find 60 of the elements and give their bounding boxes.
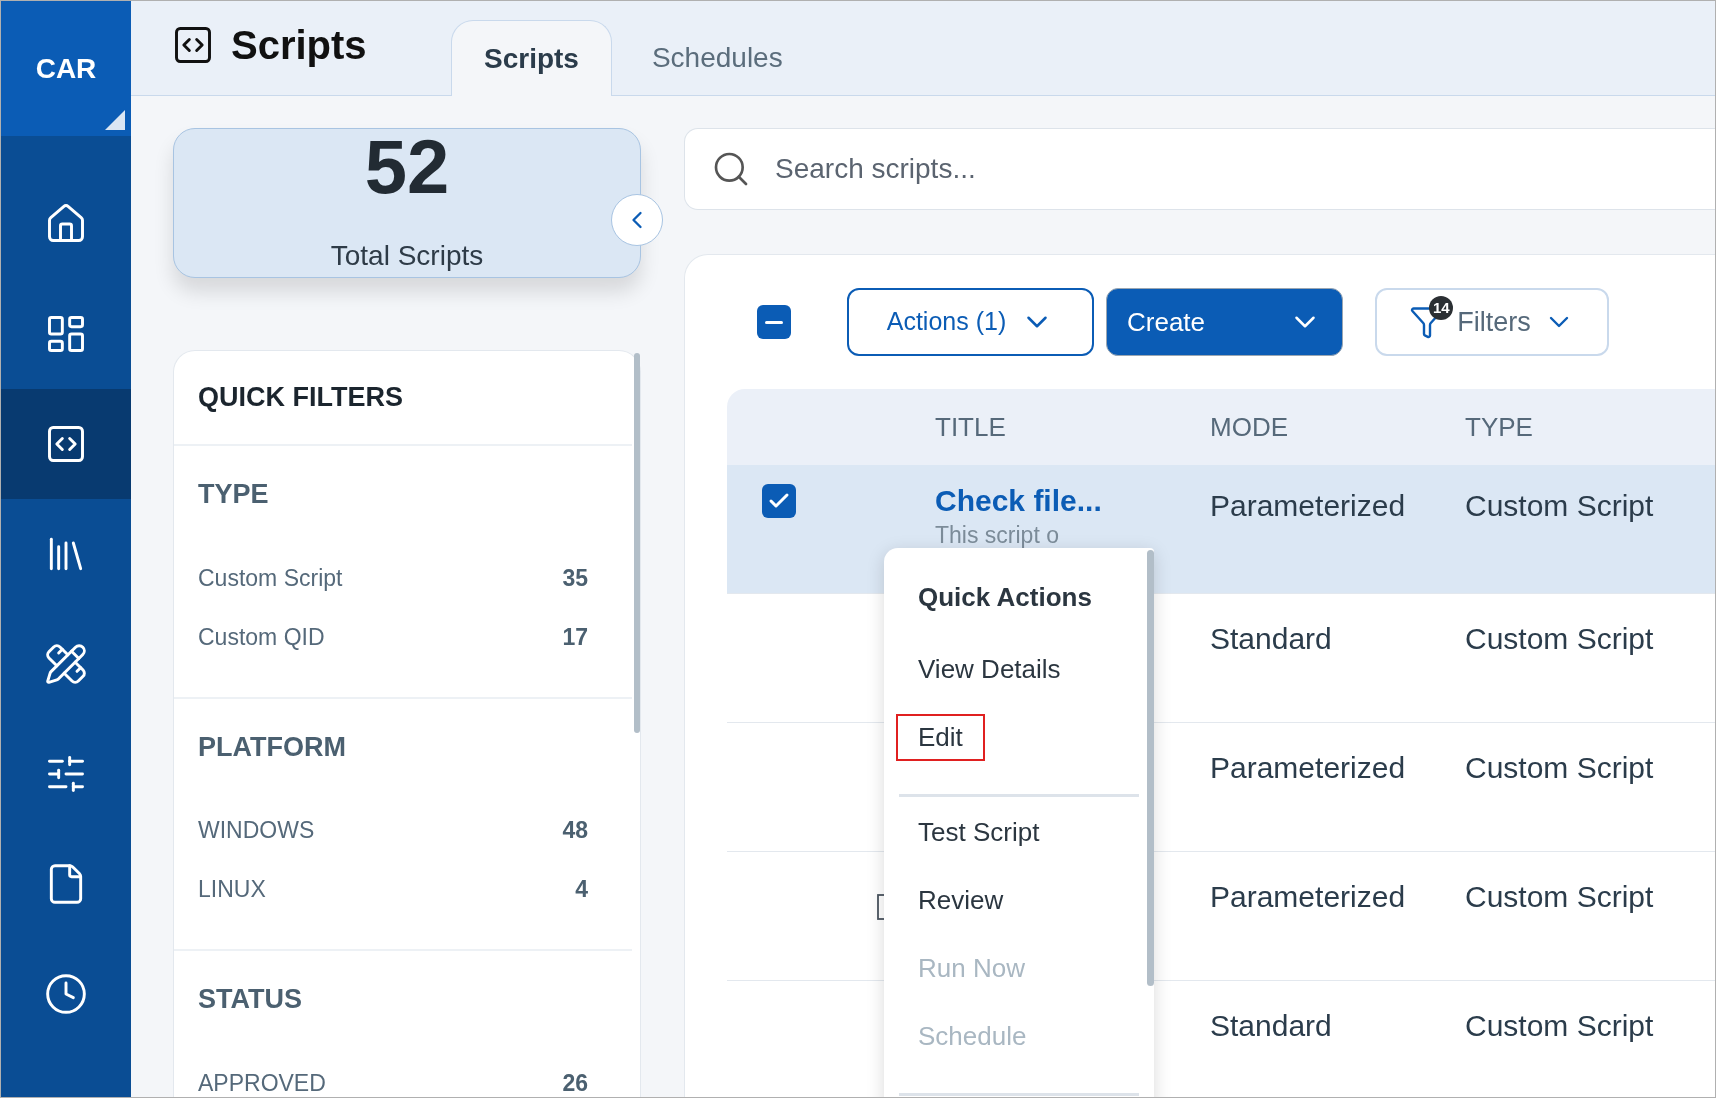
filter-label: LINUX [198, 875, 266, 905]
actions-button[interactable]: Actions (1) [847, 288, 1094, 356]
create-button[interactable]: Create [1106, 288, 1343, 356]
filter-section-title: TYPE [198, 478, 270, 511]
mode-cell-text: Standard [1210, 1008, 1333, 1044]
column-header[interactable]: TYPE [1465, 407, 1533, 447]
filter-count: 35 [562, 563, 588, 593]
filter-count: 17 [562, 622, 588, 652]
filter-count: 48 [562, 816, 588, 846]
filter-label: WINDOWS [198, 816, 315, 846]
total-count: 52 [364, 129, 450, 205]
clock-icon [44, 972, 88, 1016]
type-cell-text: Custom Script [1465, 1008, 1654, 1044]
logo-tile[interactable]: CAR [1, 1, 131, 136]
filter-label: Custom Script [198, 563, 343, 593]
tab[interactable]: Scripts [451, 20, 612, 96]
type-cell-text: Custom Script [1465, 621, 1654, 657]
column-header[interactable]: MODE [1210, 407, 1465, 447]
filter-label: APPROVED [198, 1068, 326, 1097]
filter-option[interactable]: Custom QID 17 [198, 607, 588, 667]
type-cell-text: Custom Script [1465, 879, 1654, 915]
logo-text: CAR [35, 51, 97, 86]
sidebar-item[interactable] [1, 389, 131, 499]
filter-count-badge: 14 [1429, 296, 1454, 320]
mode-cell-text: Parameterized [1210, 488, 1407, 524]
menu-item[interactable]: Review [896, 877, 1026, 924]
page-title: Scripts [231, 25, 367, 65]
mode-cell-text: Parameterized [1210, 879, 1407, 915]
type-cell-text: Custom Script [1465, 488, 1654, 524]
corner-triangle-icon [105, 110, 125, 130]
search-placeholder: Search scripts... [775, 152, 976, 186]
column-header[interactable]: TITLE [935, 407, 1210, 447]
menu-item[interactable]: View Details [896, 646, 1083, 693]
script-description: This script o [935, 523, 1059, 547]
minus-icon [765, 320, 783, 324]
menu-item[interactable]: Edit [896, 714, 985, 761]
search-field[interactable]: Search scripts... [684, 128, 1715, 210]
scrollbar-thumb[interactable] [634, 353, 640, 733]
select-all-checkbox[interactable] [757, 305, 791, 339]
mode-cell-text: Standard [1210, 621, 1333, 657]
scrollbar-thumb[interactable] [1147, 550, 1154, 986]
filter-count: 26 [562, 1068, 588, 1097]
filter-label: Custom QID [198, 622, 325, 652]
filter-option[interactable]: APPROVED 26 [198, 1053, 588, 1097]
tools-icon [44, 642, 88, 686]
total-label: Total Scripts [330, 239, 484, 273]
filter-option[interactable]: WINDOWS 48 [198, 801, 588, 860]
filter-section-title: PLATFORM [198, 730, 347, 764]
mode-cell-text: Parameterized [1210, 750, 1407, 786]
filter-section-title: STATUS [198, 983, 303, 1016]
filter-option[interactable]: Custom Script 35 [198, 548, 588, 608]
row-checkbox[interactable] [762, 484, 796, 518]
filter-count: 4 [575, 875, 588, 905]
tab[interactable]: Schedules [619, 20, 815, 96]
filters-button[interactable]: 14 Filters [1375, 288, 1609, 356]
panel-title: QUICK FILTERS [198, 381, 403, 415]
type-cell-text: Custom Script [1465, 750, 1654, 786]
filter-option[interactable]: LINUX 4 [198, 860, 588, 919]
script-title-link[interactable]: Check file... [935, 483, 1210, 519]
filters-label: Filters [1457, 305, 1531, 339]
